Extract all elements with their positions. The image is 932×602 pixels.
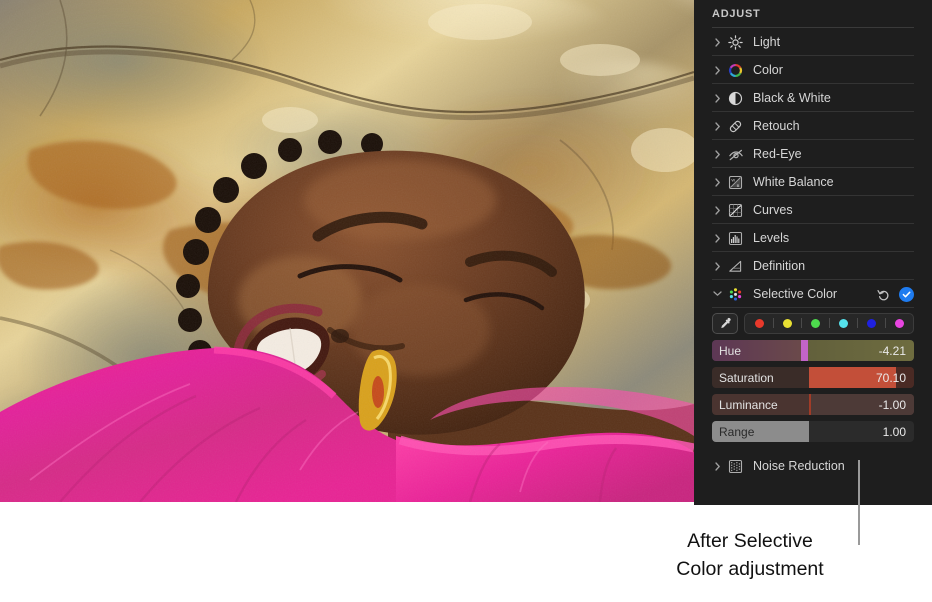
bandage-icon <box>727 118 744 135</box>
caption-line-2: Color adjustment <box>676 557 824 580</box>
adjust-row-red-eye[interactable]: Red-Eye <box>694 140 932 168</box>
slider-saturation[interactable]: Saturation 70.10 <box>712 367 914 388</box>
slider-knob[interactable] <box>808 394 811 415</box>
adjust-label: Selective Color <box>753 287 838 301</box>
chevron-right-icon[interactable] <box>712 177 723 187</box>
half-circle-icon <box>727 90 744 107</box>
svg-text:W: W <box>731 177 735 182</box>
adjust-label: Noise Reduction <box>753 459 845 473</box>
adjust-label: Levels <box>753 231 790 245</box>
noise-reduction-icon <box>727 458 744 475</box>
row-divider <box>712 307 914 308</box>
swatch-divider <box>884 318 886 328</box>
levels-icon <box>727 230 744 247</box>
slider-label: Range <box>719 424 755 439</box>
slider-value: -1.00 <box>878 397 906 412</box>
adjust-label: Definition <box>753 259 806 273</box>
chevron-right-icon[interactable] <box>712 93 723 103</box>
swatch-divider <box>856 318 858 328</box>
chevron-right-icon[interactable] <box>712 121 723 131</box>
adjust-row-black-and-white[interactable]: Black & White <box>694 84 932 112</box>
adjust-label: Light <box>753 35 781 49</box>
chevron-down-icon[interactable] <box>712 291 723 297</box>
adjust-row-noise-reduction[interactable]: Noise Reduction <box>694 452 932 480</box>
swatch-yellow[interactable] <box>782 318 792 328</box>
adjust-row-light[interactable]: Light <box>694 28 932 56</box>
swatch-magenta[interactable] <box>894 318 904 328</box>
swatch-divider <box>772 318 774 328</box>
adjust-panel: ADJUST Light Color Black & White Retouch… <box>694 0 932 505</box>
eyedropper-icon[interactable] <box>712 312 738 334</box>
slider-value: -4.21 <box>878 343 906 358</box>
panel-header: ADJUST <box>694 0 932 28</box>
chevron-right-icon[interactable] <box>712 205 723 215</box>
curves-icon <box>727 202 744 219</box>
adjust-row-definition[interactable]: Definition <box>694 252 932 280</box>
chevron-right-icon[interactable] <box>712 461 723 471</box>
adjust-row-selective-color[interactable]: Selective Color <box>694 280 932 308</box>
caption-line-1: After Selective <box>687 530 813 552</box>
adjust-label: Curves <box>753 203 793 217</box>
adjust-label: Black & White <box>753 91 831 105</box>
slider-label: Hue <box>719 343 742 358</box>
svg-text:B: B <box>737 183 740 188</box>
adjust-row-retouch[interactable]: Retouch <box>694 112 932 140</box>
caption: After Selective Color adjustment <box>600 528 900 583</box>
chevron-right-icon[interactable] <box>712 149 723 159</box>
adjust-row-curves[interactable]: Curves <box>694 196 932 224</box>
selective-color-actions <box>877 286 914 302</box>
swatch-divider <box>800 318 802 328</box>
selective-color-controls: Hue -4.21 Saturation 70.10 Luminance -1.… <box>694 308 932 442</box>
slider-label: Saturation <box>719 370 774 385</box>
chevron-right-icon[interactable] <box>712 37 723 47</box>
selective-color-icon <box>727 286 744 303</box>
slider-range[interactable]: Range 1.00 <box>712 421 914 442</box>
photo-preview[interactable] <box>0 0 694 502</box>
white-balance-icon: W B <box>727 174 744 191</box>
sun-icon <box>727 34 744 51</box>
eye-slash-icon <box>727 146 744 163</box>
adjust-label: Retouch <box>753 119 800 133</box>
swatch-divider <box>828 318 830 328</box>
color-swatch-row <box>712 312 914 334</box>
panel-title: ADJUST <box>712 8 761 20</box>
swatch-green[interactable] <box>810 318 820 328</box>
swatch-blue[interactable] <box>866 318 876 328</box>
slider-luminance[interactable]: Luminance -1.00 <box>712 394 914 415</box>
chevron-right-icon[interactable] <box>712 261 723 271</box>
chevron-right-icon[interactable] <box>712 233 723 243</box>
slider-knob[interactable] <box>800 340 808 361</box>
slider-value: 1.00 <box>882 424 906 439</box>
adjust-row-levels[interactable]: Levels <box>694 224 932 252</box>
slider-value: 70.10 <box>875 370 906 385</box>
color-wheel-icon <box>727 62 744 79</box>
color-swatches[interactable] <box>744 312 914 334</box>
adjust-row-color[interactable]: Color <box>694 56 932 84</box>
slider-label: Luminance <box>719 397 778 412</box>
swatch-cyan[interactable] <box>838 318 848 328</box>
definition-icon <box>727 258 744 275</box>
adjust-label: Color <box>753 63 783 77</box>
checkmark-icon[interactable] <box>899 286 914 302</box>
adjust-label: Red-Eye <box>753 147 802 161</box>
slider-hue[interactable]: Hue -4.21 <box>712 340 914 361</box>
chevron-right-icon[interactable] <box>712 65 723 75</box>
adjust-row-white-balance[interactable]: W B White Balance <box>694 168 932 196</box>
swatch-red[interactable] <box>754 318 764 328</box>
reset-arrow-icon[interactable] <box>877 288 890 301</box>
adjust-label: White Balance <box>753 175 834 189</box>
photo-image <box>0 0 694 502</box>
